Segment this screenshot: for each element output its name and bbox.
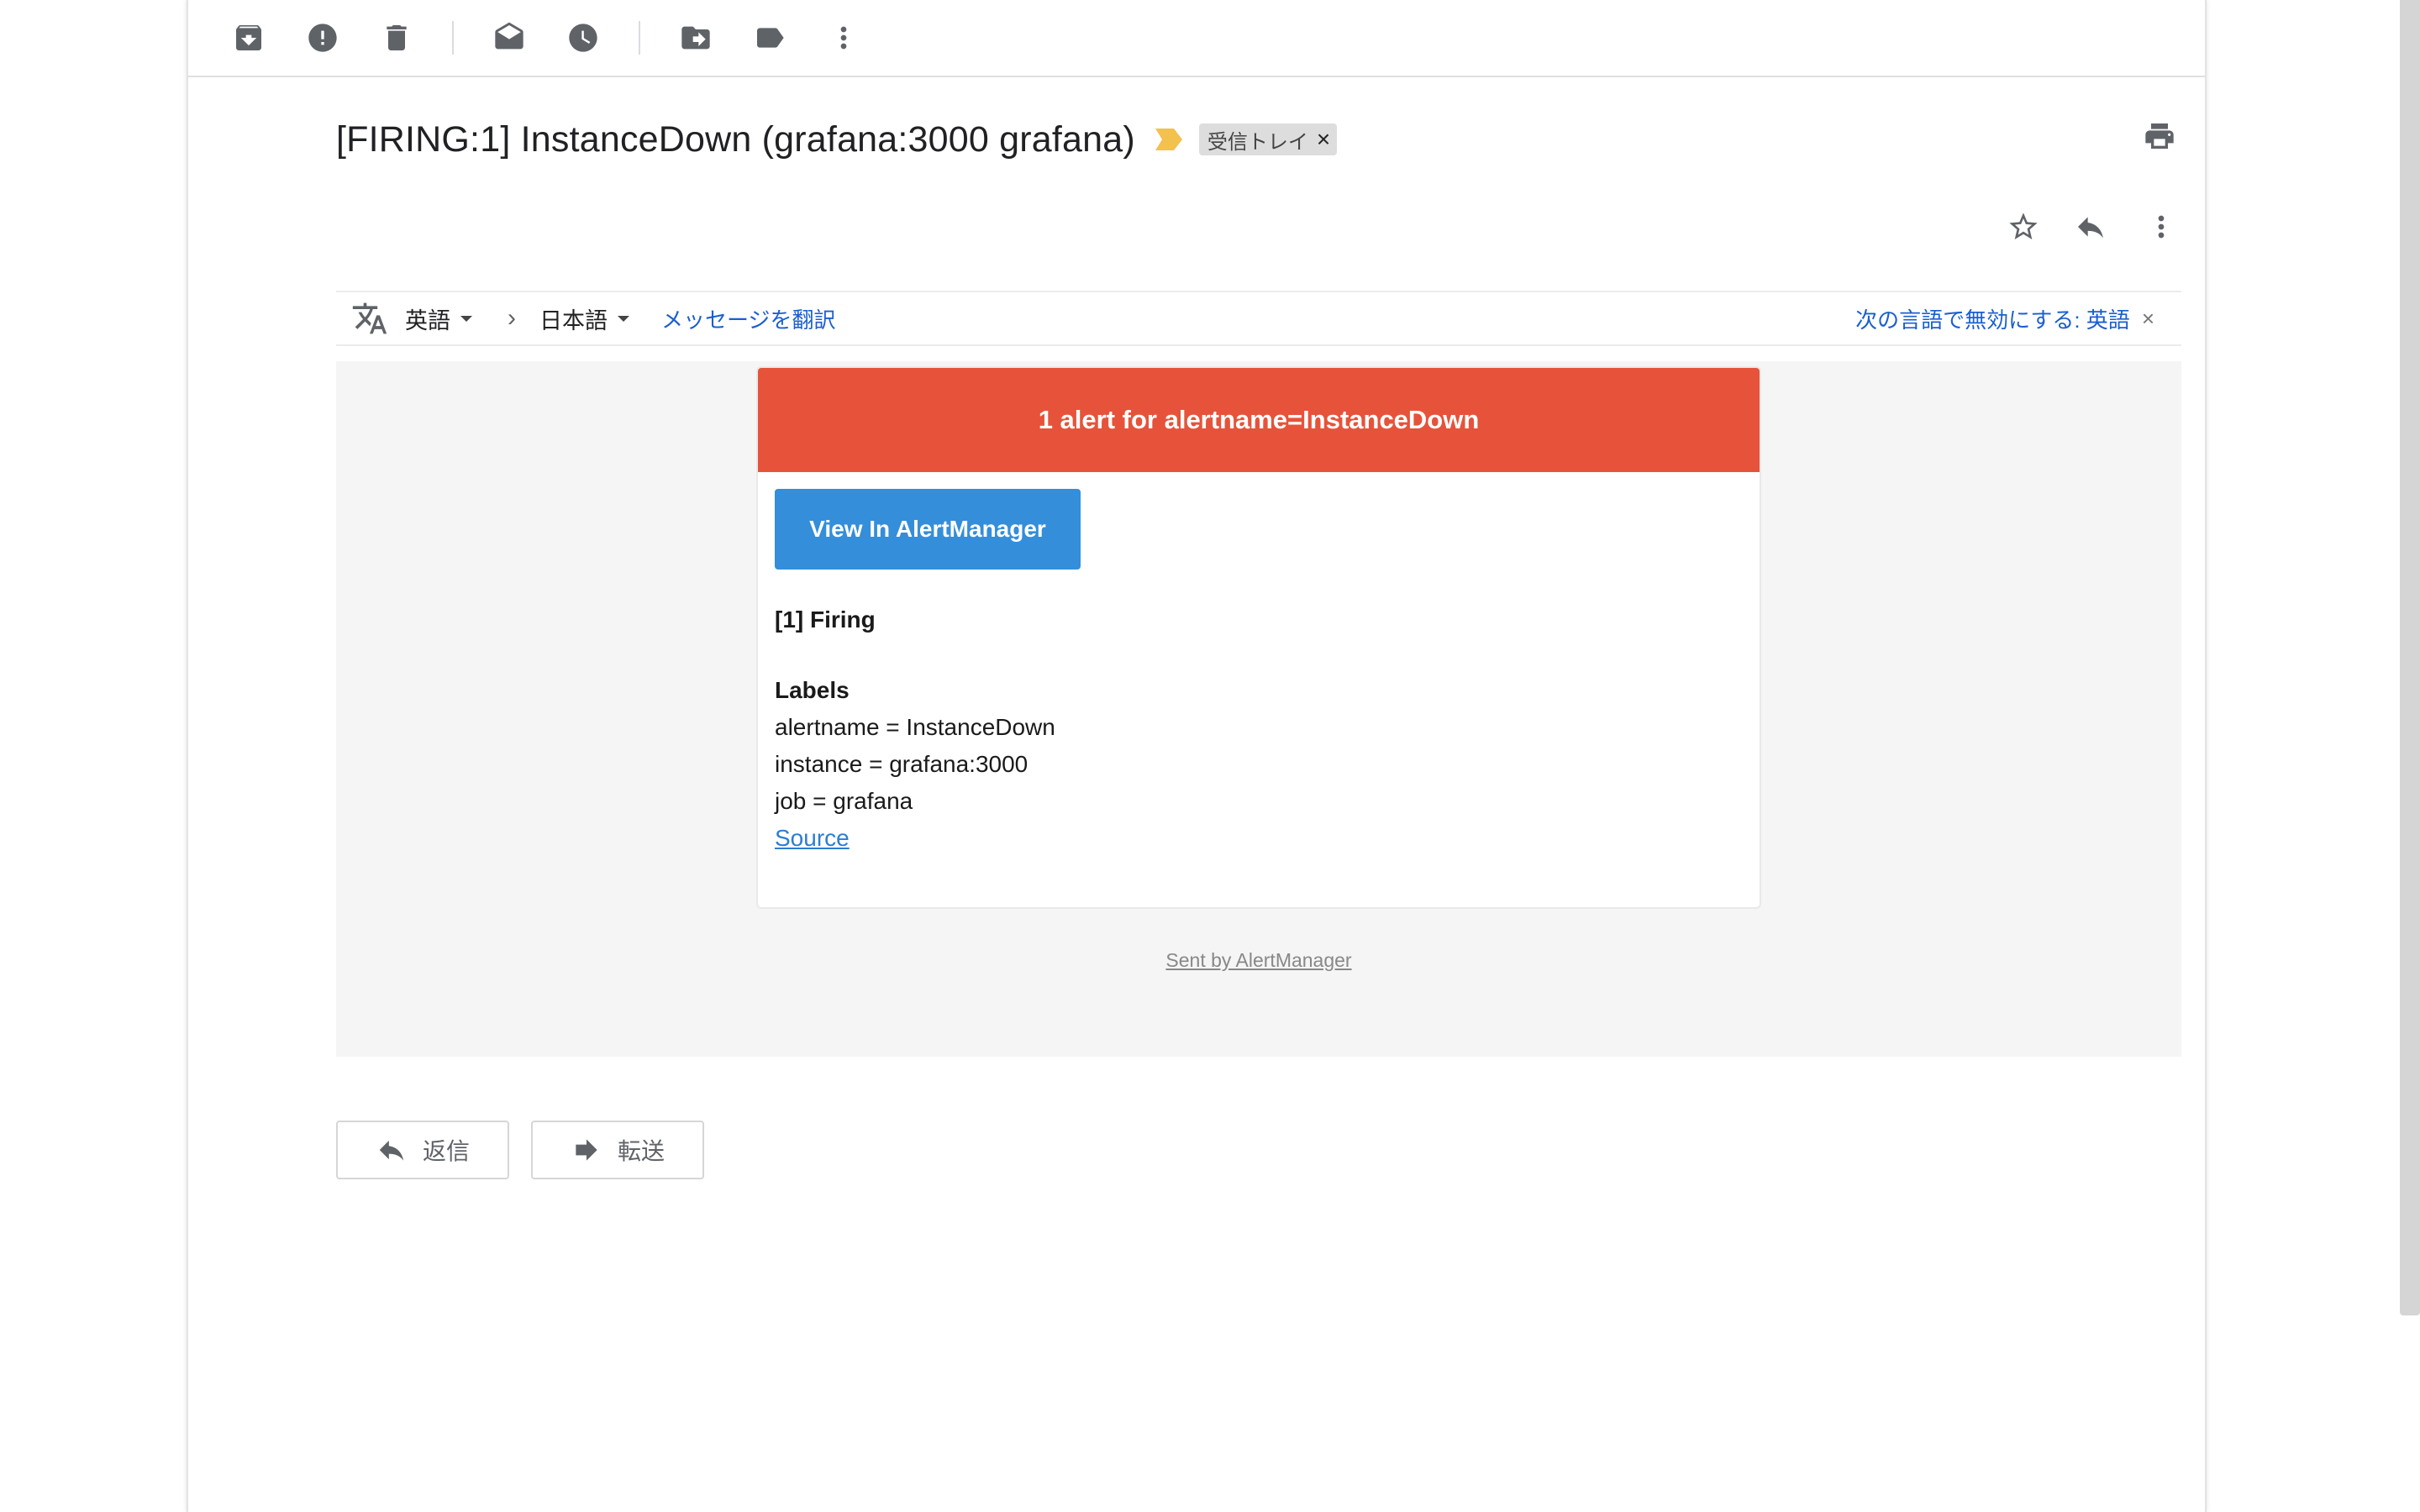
source-language-select[interactable]: 英語 <box>405 302 472 335</box>
firing-heading: [1] Firing <box>775 606 876 633</box>
more-button[interactable] <box>807 0 881 76</box>
translate-bar: 英語 › 日本語 メッセージを翻訳 次の言語で無効にする: 英語 × <box>336 291 2181 346</box>
scrollbar-thumb[interactable] <box>2400 0 2420 1315</box>
report-spam-button[interactable] <box>286 0 360 76</box>
target-language-select[interactable]: 日本語 <box>539 302 629 335</box>
subject-row: [FIRING:1] InstanceDown (grafana:3000 gr… <box>336 114 1338 165</box>
label-job: job = grafana <box>775 788 913 814</box>
close-icon[interactable]: × <box>2142 306 2154 332</box>
mark-unread-button[interactable] <box>472 0 546 76</box>
page: [FIRING:1] InstanceDown (grafana:3000 gr… <box>0 0 2420 1512</box>
mark-unread-icon <box>495 22 523 50</box>
more-vert-icon <box>2158 215 2165 239</box>
label-button[interactable] <box>733 0 807 76</box>
chevron-right-icon: › <box>508 304 516 332</box>
reply-button[interactable] <box>2072 208 2109 245</box>
translate-message-link[interactable]: メッセージを翻訳 <box>661 303 835 334</box>
labels-heading: Labels <box>775 677 850 703</box>
view-in-alertmanager-button[interactable]: View In AlertManager <box>775 489 1081 570</box>
archive-button[interactable] <box>212 0 286 76</box>
importance-marker-icon[interactable] <box>1154 127 1184 152</box>
target-language-label: 日本語 <box>539 307 608 333</box>
toolbar-divider <box>639 21 640 55</box>
message-pane: [FIRING:1] InstanceDown (grafana:3000 gr… <box>187 0 2207 1512</box>
reply-label: 返信 <box>422 1138 470 1164</box>
alert-header: 1 alert for alertname=InstanceDown <box>758 368 1760 472</box>
clock-icon <box>569 24 597 52</box>
forward-label: 転送 <box>617 1138 665 1164</box>
label-chip-close-icon[interactable]: × <box>1317 128 1330 151</box>
source-link[interactable]: Source <box>775 825 850 852</box>
source-language-label: 英語 <box>405 307 450 333</box>
label-chip: 受信トレイ × <box>1198 123 1338 155</box>
print-button[interactable] <box>2143 119 2180 156</box>
snooze-button[interactable] <box>546 0 620 76</box>
label-instance: instance = grafana:3000 <box>775 751 1028 777</box>
disable-translation-link[interactable]: 次の言語で無効にする: 英語 <box>1855 303 2130 334</box>
spam-icon <box>308 24 337 52</box>
translate-icon <box>352 302 387 334</box>
delete-button[interactable] <box>360 0 434 76</box>
forward-icon <box>576 1139 597 1161</box>
disable-translation: 次の言語で無効にする: 英語 × <box>1855 303 2154 334</box>
reply-bottom-button[interactable]: 返信 <box>336 1121 509 1179</box>
label-chip-text: 受信トレイ <box>1207 130 1308 154</box>
subject-title: [FIRING:1] InstanceDown (grafana:3000 gr… <box>336 118 1135 160</box>
move-to-icon <box>681 26 710 50</box>
archive-icon <box>236 25 261 50</box>
print-icon <box>2145 123 2174 149</box>
more-vert-icon <box>840 26 847 50</box>
trash-icon <box>387 25 407 50</box>
dropdown-caret-icon <box>618 315 629 322</box>
toolbar <box>188 0 2205 77</box>
reply-icon <box>379 1140 404 1161</box>
dropdown-caret-icon <box>460 315 472 322</box>
label-icon <box>757 28 784 48</box>
star-icon <box>2009 213 2038 239</box>
message-more-button[interactable] <box>2143 208 2180 245</box>
reply-icon <box>2078 217 2103 239</box>
label-alertname: alertname = InstanceDown <box>775 714 1055 740</box>
sent-by-link[interactable]: Sent by AlertManager <box>336 949 2181 972</box>
toolbar-divider <box>452 21 454 55</box>
star-button[interactable] <box>2005 208 2042 245</box>
move-to-button[interactable] <box>659 0 733 76</box>
forward-bottom-button[interactable]: 転送 <box>531 1121 704 1179</box>
alert-card: 1 alert for alertname=InstanceDown View … <box>756 366 1761 909</box>
email-body: 1 alert for alertname=InstanceDown View … <box>336 361 2181 1057</box>
